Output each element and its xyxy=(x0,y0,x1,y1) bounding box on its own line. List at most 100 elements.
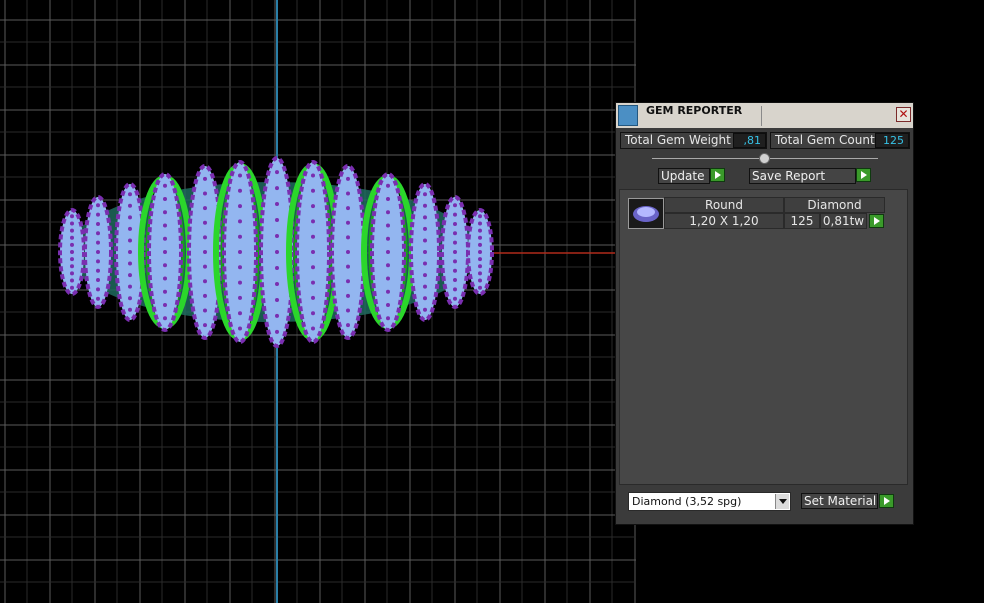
gem-stone xyxy=(96,250,100,254)
gem-stone xyxy=(478,235,482,240)
gem-stone xyxy=(96,287,100,292)
gem-stone xyxy=(275,265,279,270)
gem-stone xyxy=(70,271,74,276)
gem-stone xyxy=(386,250,390,254)
gem-stone xyxy=(203,308,207,313)
gem-stone xyxy=(346,308,350,313)
report-slider-handle[interactable] xyxy=(759,153,770,164)
viewport-canvas[interactable] xyxy=(0,0,636,603)
gem-stone xyxy=(128,250,132,254)
gem-stone xyxy=(478,285,482,290)
gem-stone xyxy=(128,284,132,289)
gem-stone xyxy=(96,203,100,208)
row-play-arrow-icon[interactable] xyxy=(869,214,884,228)
gem-stone xyxy=(70,221,74,226)
gem-stone xyxy=(163,289,167,294)
gem-stone xyxy=(311,250,315,254)
gem-stone xyxy=(453,240,457,245)
material-select-value: Diamond (3,52 spg) xyxy=(632,495,742,508)
gem-stone xyxy=(346,206,350,211)
gem-stone xyxy=(423,261,427,266)
gem-stone xyxy=(311,326,315,331)
gem-stone xyxy=(311,204,315,209)
gem-stone xyxy=(386,223,390,228)
gem-stone xyxy=(70,235,74,240)
gem-stone xyxy=(453,203,457,208)
material-select[interactable]: Diamond (3,52 spg) xyxy=(628,492,791,511)
gem-stone xyxy=(346,250,350,254)
gem-stone xyxy=(238,234,242,239)
gem-stone xyxy=(128,238,132,243)
gem-stone xyxy=(311,173,315,178)
gem-stone xyxy=(453,231,457,236)
gem-stone xyxy=(275,170,279,175)
3d-viewport[interactable] xyxy=(0,0,636,603)
gem-stone xyxy=(203,293,207,298)
gem-list: Round Diamond 1,20 X 1,20 125 0,81tw xyxy=(619,189,908,485)
gem-stone xyxy=(386,183,390,188)
gem-stone xyxy=(238,265,242,270)
table-cell-weight: 0,81tw xyxy=(820,213,867,229)
dropdown-arrow-icon[interactable] xyxy=(775,494,789,509)
table-header-material: Diamond xyxy=(784,197,885,213)
table-cell-size: 1,20 X 1,20 xyxy=(664,213,784,229)
gem-stone xyxy=(311,265,315,270)
gem-stone xyxy=(386,289,390,294)
total-gem-count-label: Total Gem Count xyxy=(775,133,875,147)
gem-stone xyxy=(453,268,457,273)
gem-stone xyxy=(423,215,427,220)
gem-reporter-panel: GEM REPORTER ✕ Total Gem Weight ,81 Tota… xyxy=(615,102,914,525)
set-material-play-arrow-icon[interactable] xyxy=(879,494,894,508)
gem-stone xyxy=(478,250,482,254)
save-report-play-arrow-icon[interactable] xyxy=(856,168,871,182)
gem-stone xyxy=(453,287,457,292)
gem-stone xyxy=(386,316,390,321)
gem-stone xyxy=(238,204,242,209)
gem-stone xyxy=(163,250,167,254)
gem-stone xyxy=(453,259,457,264)
total-gem-count-value: 125 xyxy=(875,133,909,148)
gem-stone xyxy=(386,303,390,308)
gem-stone xyxy=(346,293,350,298)
gem-stone xyxy=(423,250,427,254)
gem-stone xyxy=(238,188,242,193)
gem-stone xyxy=(70,214,74,219)
gem-stone xyxy=(163,210,167,215)
set-material-button[interactable]: Set Material xyxy=(801,493,878,509)
gem-stone xyxy=(70,228,74,233)
gem-stone xyxy=(128,215,132,220)
gem-stone xyxy=(238,326,242,331)
gem-stone xyxy=(128,296,132,301)
gem-stone xyxy=(70,264,74,269)
gem-stone xyxy=(423,284,427,289)
gem-stone xyxy=(478,257,482,262)
panel-title: GEM REPORTER xyxy=(646,104,743,117)
gem-stone xyxy=(275,250,279,254)
gem-stone xyxy=(70,242,74,247)
gem-stone xyxy=(96,212,100,217)
gem-thumbnail-icon[interactable] xyxy=(628,198,664,229)
close-icon[interactable]: ✕ xyxy=(896,107,911,122)
gem-stone xyxy=(203,235,207,240)
gem-stone xyxy=(70,285,74,290)
gem-reporter-app-icon xyxy=(618,105,638,126)
gem-stone xyxy=(275,218,279,223)
gem-stone xyxy=(386,236,390,241)
gem-stone xyxy=(453,278,457,283)
gem-stone xyxy=(70,257,74,262)
gem-stone xyxy=(203,176,207,181)
gem-stone xyxy=(346,264,350,269)
gem-stone xyxy=(311,188,315,193)
gem-stone xyxy=(163,263,167,268)
update-button[interactable]: Update xyxy=(658,168,710,184)
update-play-arrow-icon[interactable] xyxy=(710,168,725,182)
gem-stone xyxy=(275,186,279,191)
panel-titlebar[interactable]: GEM REPORTER ✕ xyxy=(616,103,913,128)
gem-stone xyxy=(346,279,350,284)
gem-stone xyxy=(128,261,132,266)
gem-stone xyxy=(386,196,390,201)
gem-stone xyxy=(203,220,207,225)
gem-stone xyxy=(478,221,482,226)
save-report-button[interactable]: Save Report xyxy=(749,168,856,184)
gem-stone xyxy=(275,281,279,286)
